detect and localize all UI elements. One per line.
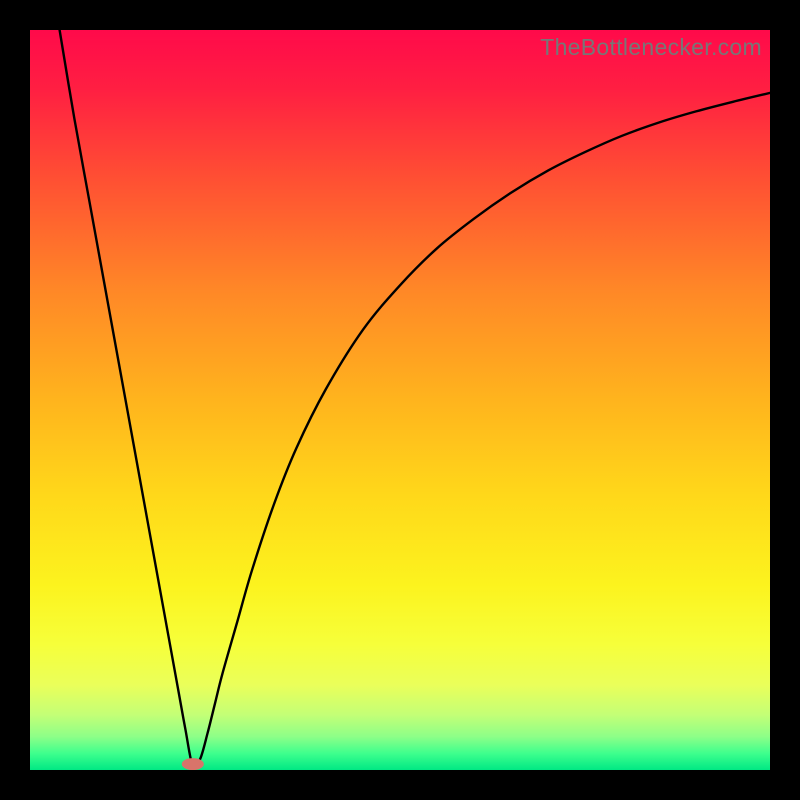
plot-area: TheBottlenecker.com xyxy=(30,30,770,770)
minimum-marker xyxy=(182,758,204,770)
chart-frame: TheBottlenecker.com xyxy=(0,0,800,800)
gradient-background xyxy=(30,30,770,770)
chart-svg xyxy=(30,30,770,770)
